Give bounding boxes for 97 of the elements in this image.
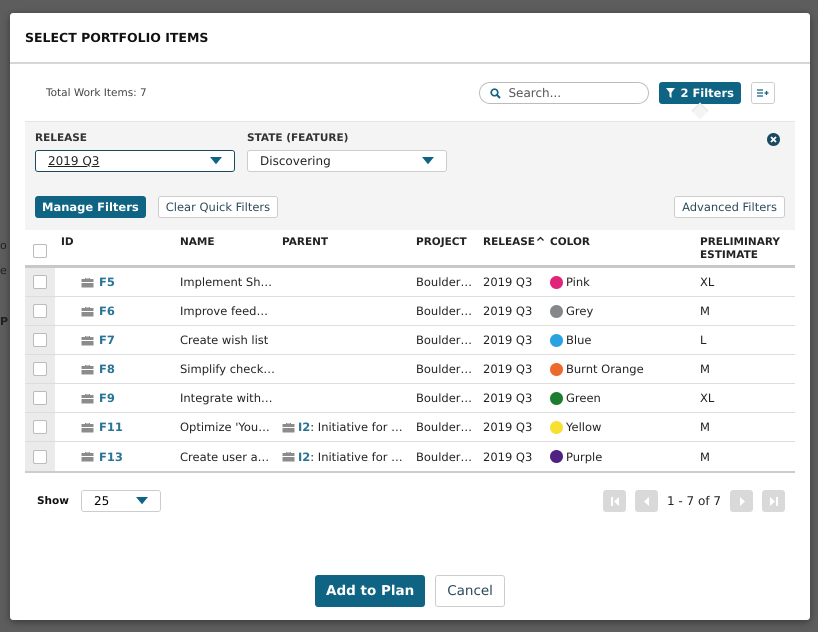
- column-header[interactable]: RELEASE: [483, 236, 535, 249]
- background-text: P: [0, 315, 8, 328]
- briefcase-icon: [81, 364, 94, 374]
- briefcase-icon: [282, 451, 295, 462]
- estimate-cell-text: XL: [700, 275, 716, 289]
- caret-icon: [210, 157, 222, 165]
- column-header[interactable]: PROJECT: [416, 236, 467, 249]
- select-all-checkbox[interactable]: [33, 244, 47, 258]
- name-cell-text: Create wish list: [180, 333, 270, 347]
- filter-icon: [666, 88, 676, 98]
- project-cell-text: Boulder…: [416, 304, 474, 318]
- estimate-cell-text: L: [700, 333, 708, 347]
- page-size-dropdown[interactable]: 25: [80, 490, 161, 512]
- estimate-cell-text: M: [700, 420, 711, 434]
- column-header[interactable]: PRELIMINARY ESTIMATE: [700, 236, 795, 262]
- clear-filters-button[interactable]: Clear Quick Filters: [158, 196, 278, 218]
- release-cell-text: 2019 Q3: [483, 391, 534, 405]
- background-text: o: [0, 239, 7, 252]
- item-id-link[interactable]: F11: [99, 420, 123, 434]
- page-range: 1 - 7 of 7: [666, 494, 721, 508]
- color-cell: Pink: [566, 275, 590, 289]
- column-header[interactable]: NAME: [180, 236, 215, 249]
- color-cell: Grey: [566, 304, 594, 318]
- total-count: Total Work Items: 7: [46, 86, 147, 98]
- background-text: e: [0, 264, 7, 277]
- project-cell-text: Boulder…: [416, 362, 474, 376]
- color-cell: Green: [566, 391, 601, 405]
- row-checkbox[interactable]: [33, 450, 47, 464]
- briefcase-icon: [81, 306, 94, 316]
- column-header[interactable]: PARENT: [282, 236, 328, 249]
- estimate-cell-text: XL: [700, 391, 716, 405]
- parent-cell: I2: Initiative for …: [282, 450, 416, 464]
- color-cell: Yellow: [566, 420, 602, 434]
- estimate-cell-text: M: [700, 450, 711, 464]
- release-cell-text: 2019 Q3: [483, 275, 534, 289]
- name-cell-text: Simplify check…: [180, 362, 276, 376]
- manage-filters-button[interactable]: Manage Filters: [35, 196, 146, 218]
- row-checkbox[interactable]: [33, 304, 47, 318]
- release-cell-text: 2019 Q3: [483, 333, 534, 347]
- item-id-link[interactable]: F9: [99, 391, 115, 405]
- release-cell-text: 2019 Q3: [483, 450, 534, 464]
- estimate-cell-text: M: [700, 304, 711, 318]
- filter-label: RELEASE: [35, 132, 88, 144]
- item-id-link[interactable]: F13: [99, 450, 123, 464]
- search-field[interactable]: Search...: [479, 82, 650, 104]
- item-id-link[interactable]: F6: [99, 304, 115, 318]
- project-cell-text: Boulder…: [416, 450, 474, 464]
- color-cell: Burnt Orange: [566, 362, 644, 376]
- column-header[interactable]: ID: [61, 236, 74, 249]
- list-add-icon: [757, 88, 769, 96]
- project-cell-text: Boulder…: [416, 420, 474, 434]
- briefcase-icon: [81, 276, 94, 288]
- row-checkbox[interactable]: [33, 333, 47, 347]
- dialog-title: SELECT PORTFOLIO ITEMS: [25, 30, 208, 45]
- release-cell-text: 2019 Q3: [483, 420, 534, 434]
- briefcase-icon: [81, 422, 94, 432]
- name-cell-text: Improve feed…: [180, 304, 269, 318]
- color-cell: Blue: [566, 333, 592, 347]
- row-checkbox[interactable]: [33, 391, 47, 405]
- skip-back-icon: [608, 494, 620, 508]
- briefcase-icon: [81, 451, 94, 462]
- caret-icon: [136, 497, 148, 505]
- name-cell-text: Integrate with…: [180, 391, 274, 405]
- close-icon[interactable]: [767, 133, 780, 146]
- briefcase-icon: [282, 422, 295, 432]
- skip-forward-icon: [768, 494, 780, 508]
- project-cell-text: Boulder…: [416, 333, 474, 347]
- project-cell-text: Boulder…: [416, 275, 474, 289]
- item-id-link[interactable]: F7: [99, 333, 115, 347]
- filter-dropdown[interactable]: Discovering: [247, 150, 447, 172]
- advanced-filters-button[interactable]: Advanced Filters: [674, 196, 785, 218]
- project-cell-text: Boulder…: [416, 391, 474, 405]
- column-header[interactable]: COLOR: [550, 236, 590, 249]
- row-checkbox[interactable]: [33, 362, 47, 376]
- release-cell-text: 2019 Q3: [483, 362, 534, 376]
- release-cell-text: 2019 Q3: [483, 304, 534, 318]
- caret-icon: [422, 157, 434, 165]
- name-cell-text: Create user a…: [180, 450, 270, 464]
- cancel-button[interactable]: Cancel: [435, 575, 505, 607]
- item-id-link[interactable]: F5: [99, 275, 115, 289]
- show-label: Show: [37, 495, 69, 507]
- search-icon: [490, 88, 502, 98]
- item-id-link[interactable]: F8: [99, 362, 115, 376]
- row-checkbox[interactable]: [33, 420, 47, 434]
- parent-cell: I2: Initiative for …: [282, 420, 416, 434]
- estimate-cell-text: M: [700, 362, 711, 376]
- row-checkbox[interactable]: [33, 275, 47, 289]
- filter-label: STATE (FEATURE): [247, 132, 350, 144]
- filter-dropdown[interactable]: 2019 Q3: [35, 150, 235, 172]
- briefcase-icon: [81, 392, 94, 404]
- briefcase-icon: [81, 334, 94, 346]
- color-cell: Purple: [566, 450, 602, 464]
- name-cell-text: Optimize 'You…: [180, 420, 271, 434]
- name-cell-text: Implement Sh…: [180, 275, 273, 289]
- filters-button[interactable]: 2 Filters: [659, 82, 741, 104]
- add-to-plan-button[interactable]: Add to Plan: [315, 575, 426, 607]
- column-picker-button[interactable]: [751, 82, 775, 104]
